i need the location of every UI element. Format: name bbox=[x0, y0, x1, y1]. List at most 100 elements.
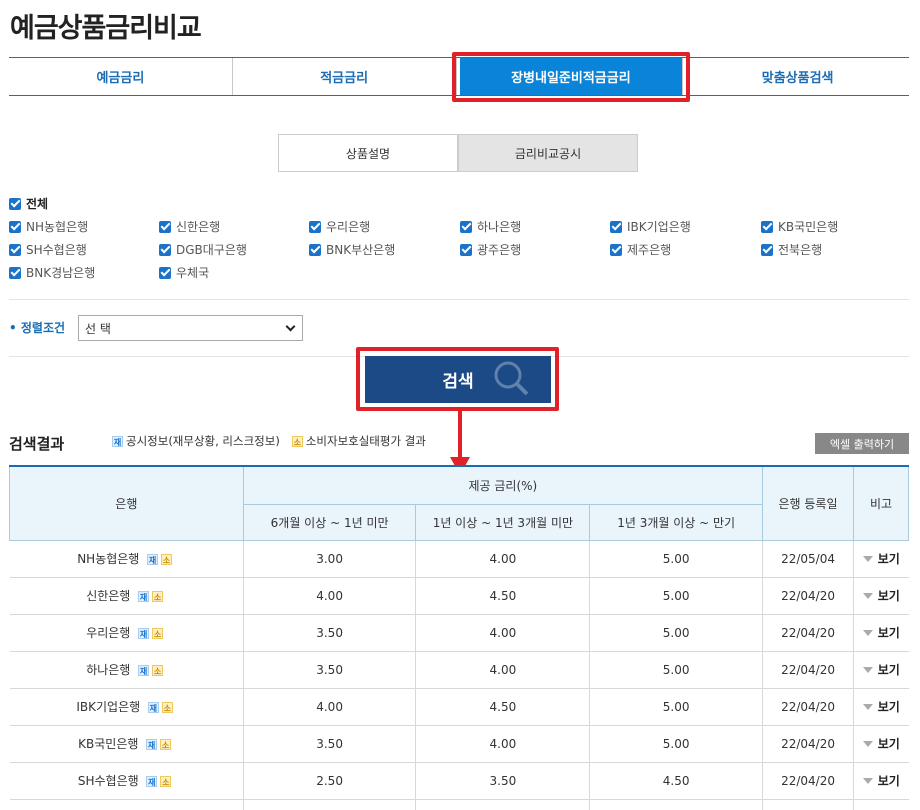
triangle-down-icon bbox=[862, 777, 873, 784]
checkbox-bank[interactable]: 하나은행 bbox=[460, 218, 521, 235]
bank-cell: 하나은행 재소 bbox=[9, 651, 244, 689]
rate-6m-cell bbox=[243, 799, 417, 810]
note-cell: 보기 bbox=[853, 725, 909, 763]
excel-export-button[interactable]: 엑셀 출력하기 bbox=[815, 433, 909, 454]
view-button[interactable]: 보기 bbox=[854, 541, 909, 577]
search-button[interactable]: 검색 bbox=[365, 356, 551, 403]
rate-15m-cell: 5.00 bbox=[589, 577, 764, 615]
sort-select[interactable]: 선 택 bbox=[78, 315, 303, 341]
rate-6m-cell: 3.50 bbox=[243, 614, 417, 652]
checkbox-bank[interactable]: KB국민은행 bbox=[761, 218, 838, 235]
view-button[interactable]: 보기 bbox=[854, 726, 909, 762]
note-cell: 보기 bbox=[853, 577, 909, 615]
checkbox-bank[interactable]: DGB대구은행 bbox=[159, 241, 247, 258]
date-cell bbox=[762, 799, 854, 810]
sub-tabs: 상품설명 금리비교공시 bbox=[278, 134, 638, 172]
disclosure-badge[interactable]: 재 bbox=[147, 702, 159, 713]
note-cell: 보기 bbox=[853, 762, 909, 800]
page-title: 예금상품금리비교 bbox=[10, 13, 202, 44]
checkbox-icon bbox=[309, 243, 321, 256]
disclosure-badge[interactable]: 재 bbox=[146, 739, 158, 750]
checkbox-bank[interactable]: 우체국 bbox=[159, 264, 209, 281]
triangle-down-icon bbox=[862, 629, 873, 636]
search-icon bbox=[494, 361, 529, 396]
triangle-down-icon bbox=[862, 703, 873, 710]
view-button[interactable]: 보기 bbox=[854, 652, 909, 688]
view-label: 보기 bbox=[877, 663, 900, 677]
consumer-protection-badge[interactable]: 소 bbox=[160, 776, 172, 787]
view-label: 보기 bbox=[877, 626, 900, 640]
rate-6m-cell: 3.00 bbox=[243, 540, 417, 578]
checkbox-bank[interactable]: 제주은행 bbox=[610, 241, 671, 258]
checkbox-bank[interactable]: 전북은행 bbox=[761, 241, 822, 258]
checkbox-bank[interactable]: 우리은행 bbox=[309, 218, 370, 235]
table-row: 신한은행 재 소 4.00 4.50 5.00 22/04/20 보기 bbox=[9, 577, 909, 615]
rate-6m-cell: 3.50 bbox=[243, 651, 417, 689]
tab-deposit-rate[interactable]: 예금금리 bbox=[9, 58, 233, 95]
view-button[interactable]: 보기 bbox=[854, 578, 909, 614]
checkbox-bank[interactable]: 신한은행 bbox=[159, 218, 220, 235]
disclosure-badge[interactable]: 재 bbox=[147, 554, 158, 565]
results-title: 검색결과 bbox=[9, 435, 65, 453]
bank-name: 하나은행 bbox=[86, 663, 131, 677]
consumer-protection-badge[interactable]: 소 bbox=[161, 554, 172, 565]
bank-name: 우리은행 bbox=[86, 626, 131, 640]
checkbox-icon bbox=[159, 266, 171, 279]
main-tabs: 예금금리 적금금리 장병내일준비적금금리 맞춤상품검색 bbox=[9, 57, 909, 96]
bank-name: IBK기업은행 bbox=[76, 700, 141, 714]
checkbox-icon bbox=[460, 243, 472, 256]
bank-name: NH농협은행 bbox=[77, 552, 140, 566]
subtab-rate-comparison[interactable]: 금리비교공시 bbox=[458, 134, 638, 172]
date-cell: 22/04/20 bbox=[762, 688, 854, 726]
checkbox-icon bbox=[9, 220, 21, 233]
checkbox-icon bbox=[9, 197, 21, 210]
rate-15m-cell: 5.00 bbox=[589, 688, 764, 726]
checkbox-bank[interactable]: NH농협은행 bbox=[9, 218, 88, 235]
note-cell: 보기 bbox=[853, 688, 909, 726]
tab-custom-search[interactable]: 맞춤상품검색 bbox=[686, 58, 909, 95]
checkbox-bank[interactable]: 광주은행 bbox=[460, 241, 521, 258]
disclosure-badge[interactable]: 재 bbox=[138, 628, 149, 639]
triangle-down-icon bbox=[862, 555, 873, 562]
checkbox-bank[interactable]: SH수협은행 bbox=[9, 241, 87, 258]
checkbox-label: NH농협은행 bbox=[26, 220, 89, 234]
subtab-product-description[interactable]: 상품설명 bbox=[278, 134, 458, 172]
header-rate-group: 제공 금리(%) bbox=[242, 465, 764, 505]
consumer-protection-badge[interactable]: 소 bbox=[152, 665, 163, 676]
consumer-protection-badge[interactable]: 소 bbox=[152, 628, 163, 639]
consumer-protection-badge: 소 bbox=[291, 435, 303, 447]
header-note: 비고 bbox=[852, 465, 910, 541]
triangle-down-icon bbox=[862, 592, 873, 599]
chevron-down-icon bbox=[285, 321, 296, 331]
disclosure-badge[interactable]: 재 bbox=[146, 776, 158, 787]
table-row: IBK기업은행 재 소 4.00 4.50 5.00 22/04/20 보기 bbox=[9, 688, 909, 726]
disclosure-badge[interactable]: 재 bbox=[138, 591, 149, 602]
checkbox-icon bbox=[610, 220, 622, 233]
checkbox-icon bbox=[159, 220, 171, 233]
checkbox-bank[interactable]: BNK부산은행 bbox=[309, 241, 395, 258]
consumer-protection-badge[interactable]: 소 bbox=[152, 591, 163, 602]
date-cell: 22/04/20 bbox=[762, 762, 854, 800]
table-row: 하나은행 재 소 3.50 4.00 5.00 22/04/20 보기 bbox=[9, 651, 909, 689]
checkbox-all[interactable]: 전체 bbox=[9, 195, 48, 212]
checkbox-bank[interactable]: IBK기업은행 bbox=[610, 218, 691, 235]
view-button[interactable]: 보기 bbox=[854, 763, 909, 799]
view-button[interactable]: 보기 bbox=[854, 689, 909, 725]
checkbox-label: 신한은행 bbox=[176, 220, 221, 234]
checkbox-label: DGB대구은행 bbox=[176, 243, 247, 257]
annotation-arrow bbox=[458, 411, 462, 459]
view-button[interactable]: 보기 bbox=[854, 615, 909, 651]
tab-soldier-savings-rate[interactable]: 장병내일준비적금금리 bbox=[459, 58, 684, 95]
rate-15m-cell bbox=[589, 799, 764, 810]
legend-item: 소 소비자보호실태평가 결과 bbox=[291, 433, 426, 449]
rate-1y-cell: 4.00 bbox=[415, 540, 591, 578]
bank-cell: NH농협은행 재소 bbox=[9, 540, 244, 578]
rate-15m-cell: 5.00 bbox=[589, 725, 764, 763]
checkbox-icon bbox=[9, 243, 21, 256]
checkbox-bank[interactable]: BNK경남은행 bbox=[9, 264, 95, 281]
tab-savings-rate[interactable]: 적금금리 bbox=[233, 58, 457, 95]
consumer-protection-badge[interactable]: 소 bbox=[160, 739, 172, 750]
checkbox-label: BNK경남은행 bbox=[26, 266, 96, 280]
disclosure-badge[interactable]: 재 bbox=[138, 665, 149, 676]
consumer-protection-badge[interactable]: 소 bbox=[161, 702, 173, 713]
